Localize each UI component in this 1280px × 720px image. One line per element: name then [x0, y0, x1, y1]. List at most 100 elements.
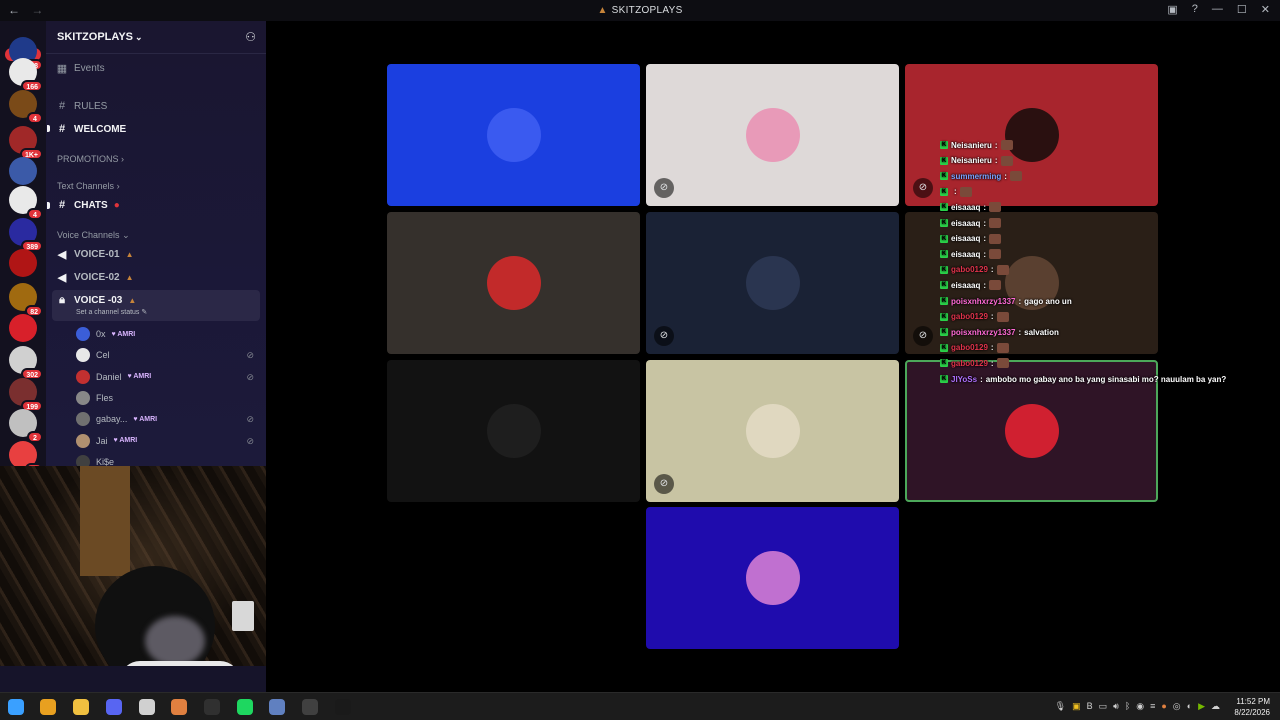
server-icon[interactable] — [9, 314, 37, 342]
voice-member[interactable]: gabay... ♥ AMRI — [76, 412, 157, 427]
server-icon[interactable]: 2 — [9, 409, 43, 443]
channel-rules[interactable]: # RULES — [56, 100, 107, 112]
channel-voice-01[interactable]: ◀ VOICE-01 ▲ — [56, 248, 134, 261]
windows-start-icon[interactable] — [8, 699, 24, 715]
steam-icon[interactable]: ◉ — [1136, 701, 1144, 712]
nvidia-icon[interactable]: ▶ — [1198, 701, 1205, 712]
tray-app-icon[interactable]: ◐ — [1187, 701, 1192, 712]
channel-label: CHATS — [74, 199, 108, 211]
chat-text: salvation — [1024, 327, 1059, 337]
discord-icon[interactable] — [106, 699, 122, 715]
channel-status[interactable]: Set a channel status ✎ — [76, 308, 147, 316]
server-icon[interactable]: 302 — [9, 346, 43, 380]
server-icon[interactable]: 42 — [9, 441, 43, 475]
channel-label: VOICE-02 — [74, 272, 120, 283]
tray-app-icon[interactable]: B — [1087, 701, 1093, 712]
server-icon[interactable]: 4 — [9, 186, 43, 220]
channel-voice-02[interactable]: ◀ VOICE-02 ▲ — [56, 271, 134, 284]
participant-tile[interactable]: ⊘ — [646, 64, 899, 206]
chat-message: K Neisanieru: — [940, 154, 1013, 168]
server-icon[interactable]: 82 — [9, 283, 43, 317]
participant-tile[interactable] — [387, 360, 640, 502]
emote-icon — [989, 249, 1002, 260]
channel-label: VOICE -03 — [74, 295, 123, 306]
participant-avatar — [745, 551, 800, 605]
muted-mic-icon: ⊘ — [913, 178, 933, 198]
emote-icon — [996, 311, 1009, 322]
close-icon[interactable]: ✕ — [1261, 3, 1270, 16]
category-voice-channels[interactable]: Voice Channels ⌄ — [57, 230, 130, 241]
maximize-icon[interactable]: ☐ — [1237, 3, 1247, 16]
minimize-icon[interactable]: — — [1212, 3, 1223, 16]
tray-app-icon[interactable]: ▣ — [1072, 701, 1081, 712]
chat-message: Ksummerming: — [940, 169, 1022, 183]
obs-icon[interactable] — [204, 699, 220, 715]
bluetooth-icon[interactable]: ᛒ — [1125, 701, 1130, 712]
participant-tile[interactable] — [387, 212, 640, 354]
participant-avatar — [745, 256, 800, 310]
participant-avatar — [486, 404, 541, 458]
chat-username: gabo0129 — [951, 343, 988, 353]
volume-icon[interactable]: 🔊︎ — [1113, 701, 1119, 712]
channel-voice-03[interactable]: 🔒︎ VOICE -03 ▲ — [56, 294, 136, 307]
chat-separator: : — [990, 358, 994, 368]
participant-avatar — [745, 404, 800, 458]
tag-icon: ▲ — [125, 250, 134, 259]
server-icon[interactable]: 1K+ — [9, 126, 43, 160]
channel-welcome[interactable]: # WELCOME — [56, 123, 126, 135]
voice-member[interactable]: Cel — [76, 348, 110, 363]
participant-tile[interactable] — [646, 507, 899, 649]
chat-separator: : — [954, 187, 957, 197]
chat-separator: : — [980, 374, 983, 384]
muted-mic-icon: ⊘ — [246, 435, 254, 446]
inbox-icon[interactable]: ▣ — [1167, 3, 1177, 16]
file-explorer-icon[interactable] — [73, 699, 89, 715]
voice-member[interactable]: 0x ♥ AMRI — [76, 327, 135, 341]
member-tag: ♥ AMRI — [127, 373, 152, 381]
unread-pip — [47, 202, 50, 209]
chat-message: Keisaaaq: — [940, 200, 1002, 214]
participant-tile[interactable] — [387, 64, 640, 206]
notepad-icon[interactable] — [139, 699, 155, 715]
chat-separator: : — [983, 280, 987, 290]
server-icon[interactable]: 389 — [9, 218, 43, 252]
muted-mic-icon: ⊘ — [913, 326, 933, 346]
onedrive-icon[interactable]: ☁ — [1211, 701, 1220, 712]
chat-message: Keisaaaq: — [940, 232, 1002, 246]
app-icon[interactable] — [171, 699, 187, 715]
chat-separator: : — [983, 202, 987, 212]
server-icon[interactable] — [9, 249, 37, 277]
server-icon[interactable]: 166 — [9, 58, 43, 92]
tray-app-icon[interactable]: ◎ — [1173, 701, 1181, 712]
tray-app-icon[interactable]: ≡ — [1150, 701, 1155, 712]
invite-people-icon[interactable]: ⚇ — [245, 30, 256, 44]
microphone-icon[interactable]: 🎙︎ — [1055, 701, 1066, 712]
clock[interactable]: 11:52 PM 8/22/2026 — [1234, 696, 1270, 718]
participant-avatar — [486, 108, 541, 162]
network-icon[interactable]: ▭ — [1099, 701, 1108, 712]
server-icon[interactable]: 199 — [9, 378, 43, 412]
participant-tile[interactable]: ⊘ — [646, 360, 899, 502]
server-icon[interactable] — [9, 157, 37, 185]
voice-member[interactable]: Fles — [76, 390, 113, 405]
voice-member[interactable]: Jai ♥ AMRI — [76, 433, 137, 448]
server-icon[interactable]: 4 — [9, 90, 43, 124]
kick-badge-icon: K — [940, 265, 948, 274]
speaker-icon: ◀ — [57, 249, 67, 261]
app4-icon[interactable] — [335, 699, 351, 715]
spotify-icon[interactable] — [237, 699, 253, 715]
discord-window: ← → ▲SKITZOPLAYS ▣ ? — ☐ ✕ NEW 5816641K+… — [0, 0, 1280, 720]
events-item[interactable]: ▦ Events — [56, 62, 105, 75]
help-icon[interactable]: ? — [1192, 3, 1198, 16]
chat-message: Kgabo0129: — [940, 310, 1009, 324]
app2-icon[interactable] — [269, 699, 285, 715]
channel-chats[interactable]: # CHATS ● — [56, 199, 120, 211]
category-text-channels[interactable]: Text Channels › — [57, 181, 120, 191]
participant-tile[interactable]: ⊘ — [646, 212, 899, 354]
voice-member[interactable]: Daniel ♥ AMRI — [76, 369, 152, 384]
server-name-header[interactable]: SKITZOPLAYS ⌄ — [57, 31, 143, 43]
app3-icon[interactable] — [302, 699, 318, 715]
tray-app-icon[interactable]: ● — [1161, 701, 1166, 712]
chrome-icon[interactable] — [40, 699, 56, 715]
category-promotions[interactable]: PROMOTIONS › — [57, 154, 124, 164]
